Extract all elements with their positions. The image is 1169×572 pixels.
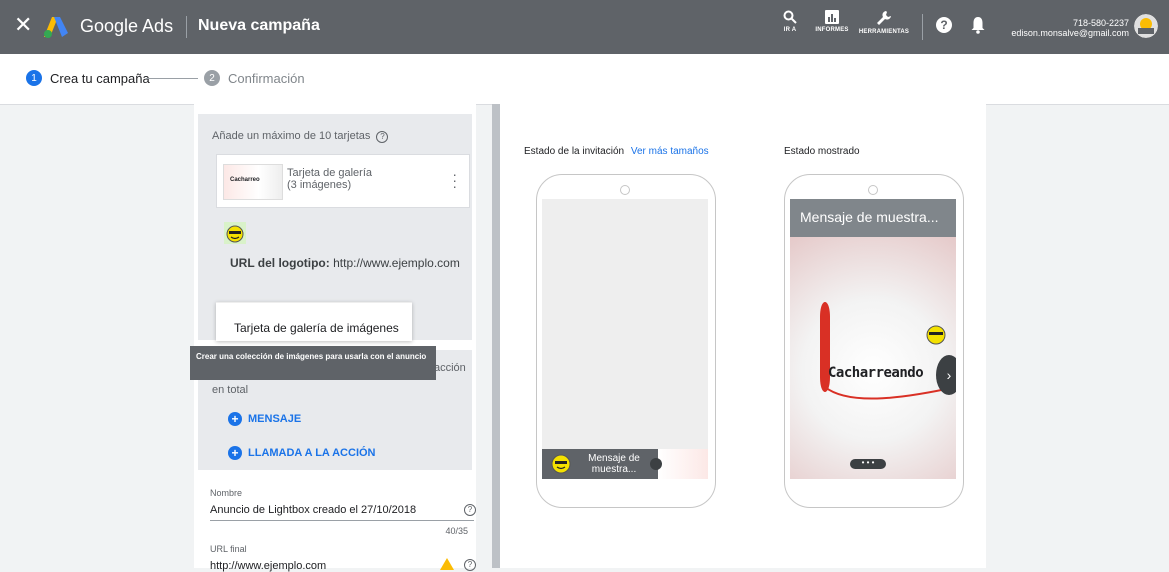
phone-preview-collapsed: Mensaje de muestra... — [536, 174, 716, 508]
help-icon[interactable]: ? — [936, 17, 952, 33]
shown-state-label: Estado mostrado — [784, 146, 860, 157]
name-field[interactable]: Anuncio de Lightbox creado el 27/10/2018 — [210, 504, 416, 516]
smiley-icon — [551, 454, 571, 474]
go-to-button[interactable]: IR A — [780, 10, 800, 33]
warning-icon — [440, 558, 454, 570]
panel-divider[interactable] — [492, 104, 500, 568]
logo-smiley-icon — [224, 222, 246, 244]
step-confirmation[interactable]: 2 Confirmación — [204, 70, 305, 86]
more-vert-icon[interactable]: · · · — [452, 167, 457, 193]
step-create-campaign[interactable]: 1 Crea tu campaña — [26, 70, 150, 86]
avatar-image — [1134, 14, 1158, 38]
avatar[interactable] — [1134, 14, 1158, 38]
gallery-thumbnail: Cacharreo — [223, 164, 283, 200]
final-url-label: URL final — [210, 544, 247, 554]
add-message-button[interactable]: + MENSAJE — [228, 412, 301, 426]
collapsed-message: Mensaje de muestra... — [588, 453, 640, 475]
chevron-right-icon[interactable]: › — [936, 355, 956, 395]
reports-icon — [825, 10, 839, 24]
add-message-label: MENSAJE — [248, 413, 302, 425]
card-type-menu: Tarjeta de galería de imágenes — [216, 302, 412, 341]
final-url-help-icon[interactable]: ? — [464, 559, 476, 571]
gallery-card-title-block: Tarjeta de galería (3 imágenes) — [287, 167, 372, 191]
reports-button[interactable]: INFORMES — [812, 10, 852, 33]
step2-number: 2 — [204, 70, 220, 86]
bell-icon[interactable] — [971, 16, 985, 34]
phone-screen: Mensaje de muestra... Cacharreando › • •… — [790, 199, 956, 479]
gallery-card[interactable]: Cacharreo Tarjeta de galería (3 imágenes… — [216, 154, 470, 208]
logo-url-value: http://www.ejemplo.com — [333, 256, 460, 270]
expanded-message-bar: Mensaje de muestra... — [790, 199, 956, 237]
add-circle-icon: + — [228, 446, 242, 460]
campaign-stepper: 1 Crea tu campaña 2 Confirmación — [0, 54, 1169, 105]
help-circle-icon[interactable]: ? — [376, 131, 389, 143]
step2-label: Confirmación — [228, 70, 305, 86]
go-to-label: IR A — [783, 27, 797, 33]
name-char-counter: 40/35 — [445, 526, 468, 536]
tooltip: Crear una colección de imágenes para usa… — [190, 346, 436, 380]
logo-url-label: URL del logotipo: — [230, 256, 330, 270]
collapsed-thumbnail — [650, 449, 708, 479]
wrench-icon — [877, 11, 891, 25]
account-info[interactable]: 718-580-2237 edison.monsalve@gmail.com — [1011, 18, 1129, 38]
account-email: edison.monsalve@gmail.com — [1011, 28, 1129, 38]
phone-preview-expanded: Mensaje de muestra... Cacharreando › • •… — [784, 174, 964, 508]
add-cta-button[interactable]: + LLAMADA A LA ACCIÓN — [228, 446, 376, 460]
invite-state-label: Estado de la invitación Ver más tamaños — [524, 146, 709, 157]
max-cards-text: Añade un máximo de 10 tarjetas — [212, 130, 371, 142]
google-ads-logo — [44, 17, 68, 38]
close-icon[interactable]: ✕ — [14, 14, 32, 36]
step-connector — [146, 78, 198, 79]
gallery-card-subtitle: (3 imágenes) — [287, 179, 352, 191]
expanded-message: Mensaje de muestra... — [800, 209, 939, 225]
ad-editor-panel: Añade un máximo de 10 tarjetas ? Cacharr… — [194, 104, 476, 572]
expand-icon — [650, 458, 662, 470]
phone-illustration — [820, 302, 956, 400]
brand-name: Google Ads — [80, 16, 174, 36]
phone-screen: Mensaje de muestra... — [542, 199, 708, 479]
add-cta-label: LLAMADA A LA ACCIÓN — [248, 447, 376, 459]
top-app-bar: ✕ Google Ads Nueva campaña IR A INFORMES… — [0, 0, 1169, 54]
page-title: Nueva campaña — [198, 17, 320, 34]
cta-hint-tail-2: en total — [212, 384, 249, 396]
phone-camera — [620, 185, 630, 195]
collapsed-ad-banner[interactable]: Mensaje de muestra... — [542, 449, 708, 479]
phone-camera — [868, 185, 878, 195]
gallery-card-title: Tarjeta de galería — [287, 167, 372, 179]
name-underline — [210, 520, 474, 521]
tools-label: HERRAMIENTAS — [858, 29, 910, 35]
reports-label: INFORMES — [815, 27, 849, 33]
ad-preview-panel: Estado de la invitación Ver más tamaños … — [500, 104, 986, 568]
more-sizes-link[interactable]: Ver más tamaños — [631, 146, 709, 157]
invite-state-text: Estado de la invitación — [524, 146, 625, 157]
carousel-dots[interactable]: • • • — [850, 459, 886, 469]
image-caption: Cacharreando — [828, 365, 924, 381]
header-divider — [186, 16, 187, 38]
step1-number: 1 — [26, 70, 42, 86]
add-circle-icon: + — [228, 412, 242, 426]
step1-label: Crea tu campaña — [50, 70, 150, 86]
search-icon — [783, 10, 797, 24]
logo-url: URL del logotipo: http://www.ejemplo.com — [230, 256, 460, 270]
name-help-icon[interactable]: ? — [464, 504, 476, 516]
cta-hint-tail: acción — [434, 362, 466, 374]
account-phone: 718-580-2237 — [1072, 18, 1129, 28]
final-url-field[interactable]: http://www.ejemplo.com — [210, 560, 326, 572]
header-divider-2 — [922, 14, 923, 40]
max-cards-hint: Añade un máximo de 10 tarjetas ? — [212, 130, 389, 143]
thumbnail-text: Cacharreo — [230, 177, 260, 183]
gallery-image: Cacharreando › • • • — [790, 237, 956, 479]
tools-button[interactable]: HERRAMIENTAS — [856, 10, 912, 35]
name-label: Nombre — [210, 488, 243, 498]
menu-item-image-gallery-card[interactable]: Tarjeta de galería de imágenes — [234, 321, 399, 335]
